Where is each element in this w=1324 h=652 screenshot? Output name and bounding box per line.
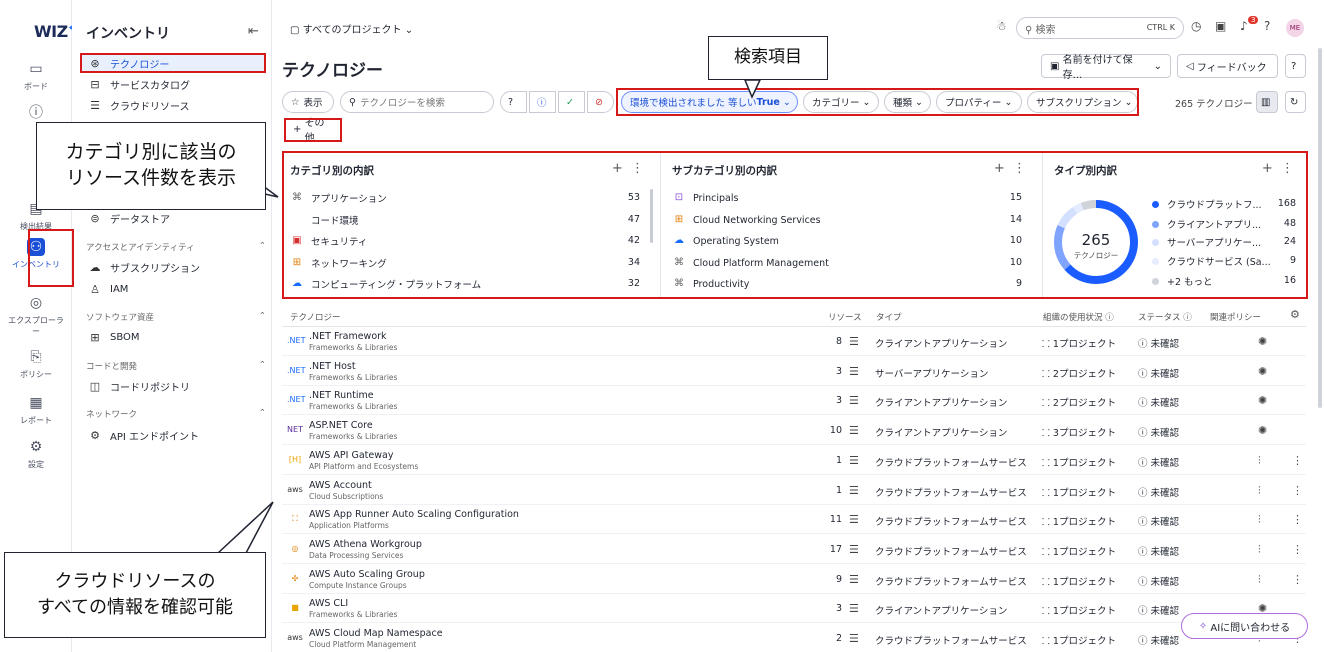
callout-search-items: 検索項目 bbox=[708, 36, 828, 80]
sparkle-icon: ✧ bbox=[1198, 620, 1211, 632]
ask-ai-button[interactable]: ✧ AIに問い合わせる bbox=[1181, 613, 1308, 639]
callout-cloud-resources: クラウドリソースの すべての情報を確認可能 bbox=[4, 552, 266, 638]
callout-category-count: カテゴリ別に該当の リソース件数を表示 bbox=[36, 122, 266, 210]
